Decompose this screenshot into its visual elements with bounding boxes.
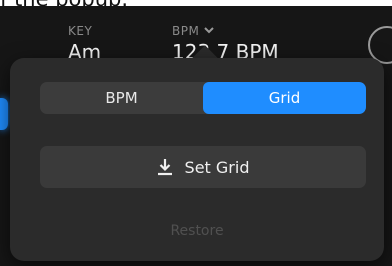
key-label: KEY — [68, 24, 93, 38]
waveform-edge-indicator — [0, 98, 8, 130]
chevron-down-icon[interactable] — [204, 24, 214, 38]
bpm-grid-popup: BPM Grid Set Grid Restore — [10, 58, 384, 261]
bpm-label[interactable]: BPM — [172, 24, 199, 38]
set-grid-button[interactable]: Set Grid — [40, 146, 366, 188]
restore-button[interactable]: Restore — [10, 223, 384, 239]
tab-grid[interactable]: Grid — [203, 82, 366, 114]
tab-bpm[interactable]: BPM — [40, 82, 203, 114]
mode-segmented-control: BPM Grid — [40, 82, 366, 114]
download-icon — [157, 158, 173, 176]
set-grid-label: Set Grid — [184, 157, 250, 177]
